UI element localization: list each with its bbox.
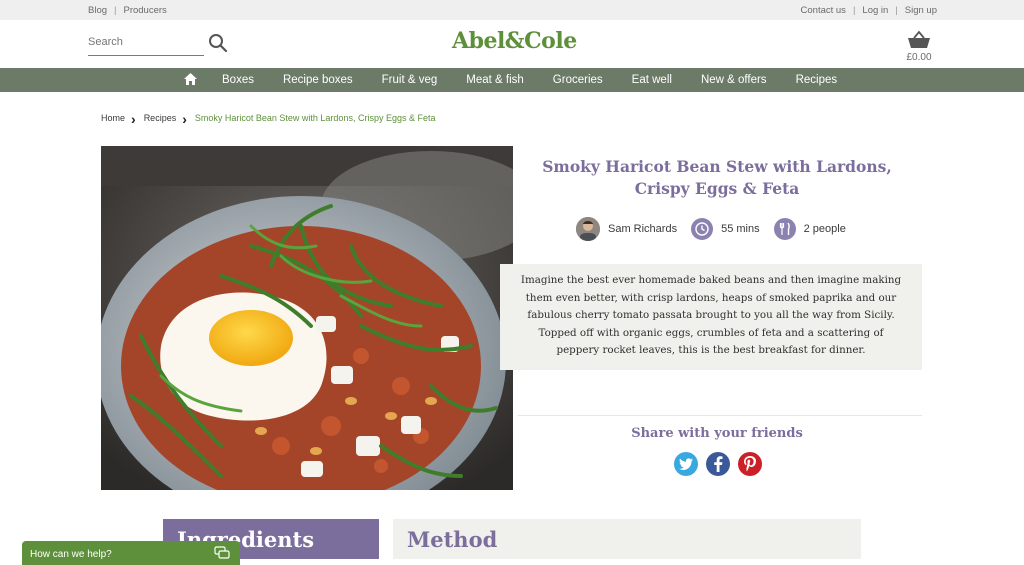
clock-icon — [691, 218, 714, 240]
recipe-meta: Sam Richards 55 mins 2 people — [576, 216, 860, 242]
recipe-photo — [101, 146, 513, 490]
breadcrumb: Home › Recipes › Smoky Haricot Bean Stew… — [101, 110, 436, 127]
blog-link[interactable]: Blog — [88, 5, 107, 16]
recipe-title-line1: Smoky Haricot Bean Stew with Lardons, — [542, 157, 892, 176]
divider — [518, 415, 922, 416]
basket-total: £0.00 — [906, 52, 932, 63]
home-icon[interactable] — [184, 72, 197, 88]
main-nav: Boxes Recipe boxes Fruit & veg Meat & fi… — [0, 68, 1024, 92]
search-icon[interactable] — [208, 33, 230, 55]
author-name[interactable]: Sam Richards — [608, 223, 677, 235]
help-chat-button[interactable]: How can we help? — [22, 541, 240, 565]
nav-item-eat-well[interactable]: Eat well — [632, 74, 672, 86]
contact-us-link[interactable]: Contact us — [801, 5, 846, 16]
search-box — [88, 32, 204, 56]
breadcrumb-current: Smoky Haricot Bean Stew with Lardons, Cr… — [194, 113, 436, 123]
separator: | — [852, 5, 856, 16]
nav-item-meat-fish[interactable]: Meat & fish — [466, 74, 524, 86]
separator: | — [114, 5, 117, 16]
facebook-icon[interactable] — [706, 452, 730, 476]
nav-item-groceries[interactable]: Groceries — [553, 74, 603, 86]
share-icons — [674, 452, 770, 476]
share-title: Share with your friends — [631, 426, 803, 441]
cook-time: 55 mins — [721, 223, 760, 235]
recipe-title-line2: Crispy Eggs & Feta — [634, 179, 800, 198]
chevron-right-icon: › — [182, 111, 187, 127]
producers-link[interactable]: Producers — [123, 5, 166, 16]
nav-item-boxes[interactable]: Boxes — [222, 74, 254, 86]
twitter-icon[interactable] — [674, 452, 698, 476]
top-utility-bar: Blog | Producers Contact us | Log in | Sign up — [0, 0, 1024, 20]
nav-item-recipes[interactable]: Recipes — [796, 74, 838, 86]
method-section: Method — [393, 519, 861, 559]
breadcrumb-home[interactable]: Home — [101, 113, 125, 123]
recipe-title: Smoky Haricot Bean Stew with Lardons, Cr… — [536, 156, 898, 200]
site-header: Abel&Cole £0.00 — [0, 20, 1024, 68]
method-heading: Method — [407, 527, 498, 552]
author-avatar — [576, 217, 600, 241]
sign-up-link[interactable]: Sign up — [905, 5, 937, 16]
nav-item-recipe-boxes[interactable]: Recipe boxes — [283, 74, 353, 86]
chevron-right-icon: › — [131, 111, 136, 127]
recipe-description: Imagine the best ever homemade baked bea… — [500, 264, 922, 370]
top-right-links: Contact us | Log in | Sign up — [801, 5, 937, 16]
log-in-link[interactable]: Log in — [862, 5, 888, 16]
nav-list: Boxes Recipe boxes Fruit & veg Meat & fi… — [184, 68, 866, 92]
top-left-links: Blog | Producers — [88, 5, 167, 16]
nav-item-new-offers[interactable]: New & offers — [701, 74, 767, 86]
help-label: How can we help? — [30, 549, 112, 560]
cutlery-icon — [773, 218, 796, 240]
chat-icon — [214, 546, 230, 563]
basket-button[interactable]: £0.00 — [906, 30, 932, 64]
nav-item-fruit-veg[interactable]: Fruit & veg — [382, 74, 438, 86]
breadcrumb-recipes[interactable]: Recipes — [144, 113, 177, 123]
pinterest-icon[interactable] — [738, 452, 762, 476]
abel-and-cole-logo[interactable]: Abel&Cole — [452, 28, 577, 54]
separator: | — [895, 5, 898, 16]
servings: 2 people — [803, 223, 846, 235]
search-input[interactable] — [88, 32, 198, 48]
